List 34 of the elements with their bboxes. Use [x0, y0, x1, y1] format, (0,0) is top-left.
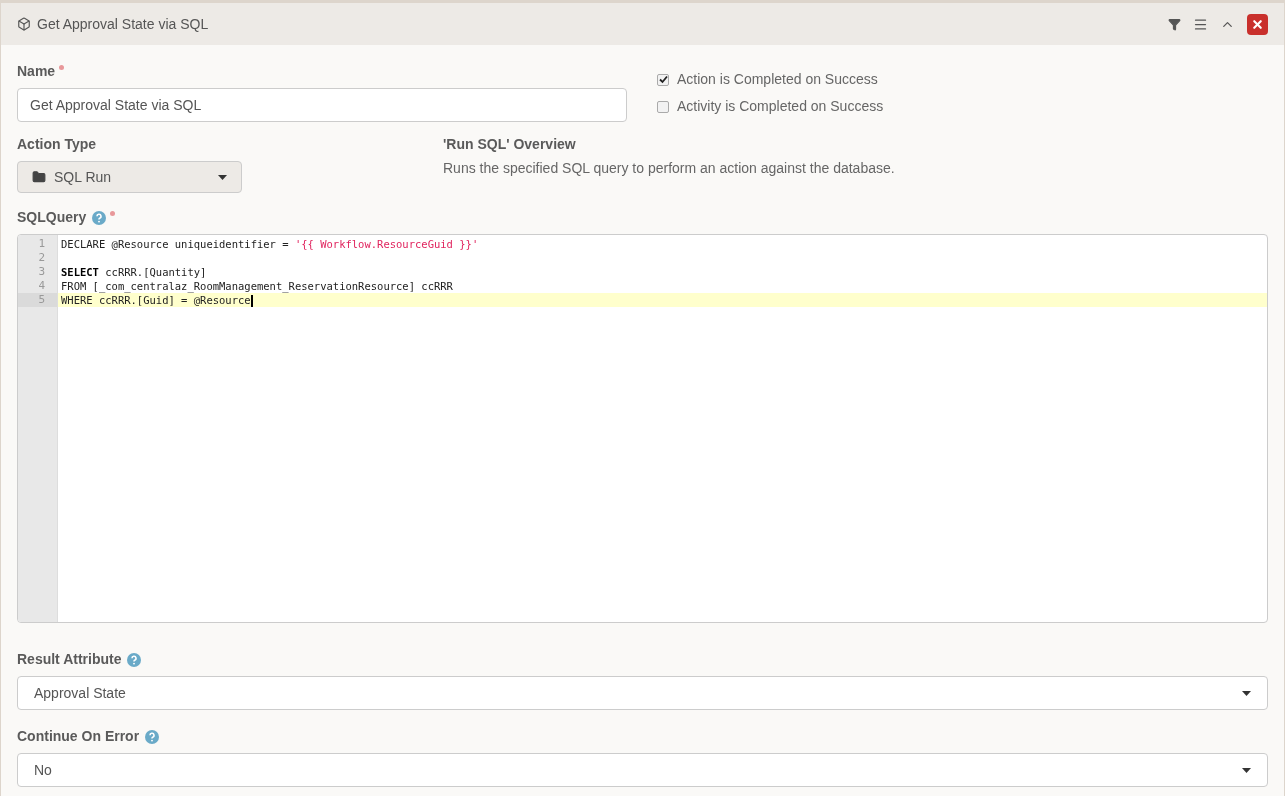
line-number: 2: [37, 251, 46, 265]
field-label: Result Attribute: [17, 650, 122, 669]
menu-icon[interactable]: [1193, 16, 1208, 32]
dropdown-field[interactable]: Approval State: [17, 676, 1268, 710]
field-label: Action Type: [17, 135, 97, 154]
name-input[interactable]: Get Approval State via SQL: [17, 88, 627, 122]
cube-icon: [17, 17, 31, 31]
checkbox[interactable]: [657, 73, 669, 86]
caret-icon: [218, 174, 227, 180]
folder-icon: [32, 170, 46, 184]
panel-title: Get Approval State via SQL: [37, 14, 209, 34]
line-number: 1: [37, 237, 46, 251]
caret-icon: [1242, 690, 1251, 696]
field-label: SQLQuery: [17, 208, 87, 227]
close-icon: [1251, 17, 1264, 31]
caret-icon: [1242, 767, 1251, 773]
overview-title: 'Run SQL' Overview: [443, 135, 577, 154]
dropdown-field[interactable]: No: [17, 753, 1268, 787]
action-type-dropdown[interactable]: SQL Run: [17, 161, 242, 193]
close-button[interactable]: [1247, 13, 1268, 35]
checkbox[interactable]: [657, 100, 669, 113]
code-editor[interactable]: 1 2 3 4 5 DECLARE @Resource uniqueidentifier = '{{ Workflow.ResourceGuid }}' SELECT ccRRR.[Quantity] FROM [_com_centralaz_RoomManagement_ReservationResource] ccRRR WHERE ccRRR.[Guid] = @Resource: [17, 234, 1268, 623]
field-label: Name: [17, 62, 56, 81]
overview-text: Runs the specified SQL query to perform an action against the database.: [443, 159, 895, 178]
field-label: Continue On Error: [17, 727, 140, 746]
line-number: 5: [18, 293, 57, 307]
code-line: SELECT ccRRR.[Quantity]: [60, 265, 208, 279]
line-number: 3: [37, 265, 46, 279]
filter-icon[interactable]: [1168, 17, 1181, 31]
code-line: FROM [_com_centralaz_RoomManagement_ReservationResource] ccRRR: [60, 279, 454, 293]
line-number: 4: [37, 279, 46, 293]
code-line: DECLARE @Resource uniqueidentifier = '{{ Workflow.ResourceGuid }}': [60, 237, 480, 251]
checkbox-label: Action is Completed on Success: [677, 70, 878, 89]
checkbox-label: Activity is Completed on Success: [677, 97, 884, 116]
